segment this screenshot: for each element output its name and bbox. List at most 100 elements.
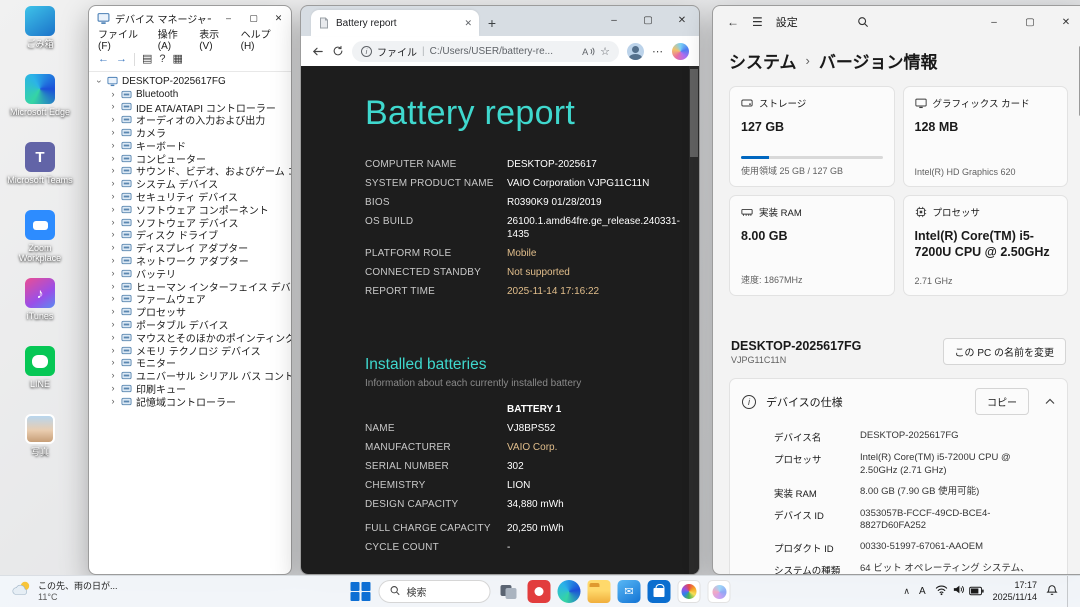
clock[interactable]: 17:17 2025/11/14 — [993, 580, 1037, 603]
edge-taskbar-icon[interactable] — [557, 580, 581, 603]
microsoft-store-icon[interactable] — [647, 580, 671, 603]
tab-battery-report[interactable]: Battery report ✕ — [311, 10, 479, 36]
photo-file-icon — [25, 414, 55, 444]
help-icon[interactable]: ? — [159, 54, 165, 65]
expander-icon[interactable]: › — [109, 128, 117, 137]
expander-icon[interactable]: › — [109, 281, 117, 291]
expander-icon[interactable]: › — [109, 358, 117, 367]
network-volume-battery-group[interactable] — [935, 583, 984, 601]
storage-icon — [741, 97, 753, 109]
task-view-icon[interactable] — [498, 580, 521, 603]
read-aloud-icon[interactable]: A — [582, 46, 595, 57]
expander-icon[interactable]: › — [109, 217, 117, 227]
device-spec-header[interactable]: i デバイスの仕様 コピー — [730, 379, 1067, 424]
browser-menu-icon[interactable]: ⋯ — [652, 45, 664, 58]
expander-icon[interactable]: › — [109, 268, 117, 278]
desktop-icon-edge[interactable]: Microsoft Edge — [6, 74, 74, 137]
expander-icon[interactable]: › — [109, 320, 117, 329]
tree-item[interactable]: › ネットワーク アダプター — [89, 254, 291, 269]
expander-icon[interactable]: › — [109, 230, 117, 239]
close-button[interactable]: ✕ — [1048, 6, 1080, 38]
tree-item[interactable]: › 記憶域コントローラー — [89, 395, 291, 409]
forward-icon[interactable]: → — [116, 54, 127, 65]
scan-devices-icon[interactable]: ▦ — [173, 54, 183, 65]
notification-bell-icon[interactable] — [1046, 583, 1058, 601]
show-desktop-button[interactable] — [1067, 576, 1072, 607]
expander-icon[interactable]: › — [109, 166, 117, 175]
breadcrumb-system[interactable]: システム — [729, 48, 797, 73]
expander-icon[interactable]: › — [109, 345, 117, 355]
chevron-up-icon[interactable] — [1045, 398, 1055, 405]
copilot-taskbar-icon[interactable] — [707, 580, 731, 603]
desktop-icon-teams[interactable]: Microsoft Teams — [6, 142, 74, 205]
maximize-button[interactable]: ▢ — [1012, 6, 1048, 38]
expander-icon[interactable]: › — [109, 140, 117, 150]
device-spec-body: デバイス名 DESKTOP-2025617FG プロセッサ Intel(R) C… — [730, 424, 1067, 574]
desktop-icon-line[interactable]: LINE — [6, 346, 74, 409]
expander-icon[interactable]: › — [109, 243, 117, 252]
back-icon[interactable]: ← — [727, 16, 739, 28]
expander-icon[interactable]: › — [109, 204, 117, 214]
expander-icon[interactable]: › — [109, 179, 117, 188]
hamburger-menu-icon[interactable]: ☰ — [752, 16, 763, 28]
search-icon[interactable] — [857, 16, 869, 28]
refresh-icon[interactable] — [332, 45, 344, 57]
expander-icon[interactable]: › — [109, 294, 117, 303]
ime-mode-indicator[interactable]: A — [919, 586, 926, 597]
expander-icon[interactable]: › — [109, 153, 117, 163]
file-explorer-icon[interactable] — [587, 580, 611, 603]
expander-icon[interactable]: › — [109, 371, 117, 380]
back-icon[interactable]: ← — [98, 54, 109, 65]
tree-root-computer[interactable]: › DESKTOP-2025617FG — [89, 75, 291, 88]
close-button[interactable]: ✕ — [665, 6, 699, 34]
tray-overflow-chevron-icon[interactable]: ∧ — [903, 586, 910, 597]
tree-item[interactable]: › ユニバーサル シリアル バス コントローラー — [89, 369, 292, 384]
expander-icon[interactable]: › — [109, 307, 117, 316]
expander-icon[interactable]: › — [109, 89, 117, 99]
scrollbar-thumb[interactable] — [690, 69, 698, 157]
spec-row: システムの種類 64 ビット オペレーティング システム、x64 ベース プ — [774, 563, 1055, 574]
report-row-label: CYCLE COUNT — [365, 541, 439, 553]
tab-strip: Battery report ✕ + – ▢ ✕ — [301, 6, 699, 36]
tree-item[interactable]: › ファームウェア — [89, 293, 291, 307]
expander-icon[interactable]: › — [109, 396, 117, 406]
tree-item[interactable]: › オーディオの入力および出力 — [89, 113, 291, 128]
tab-close-icon[interactable]: ✕ — [464, 18, 472, 29]
red-app-icon[interactable] — [527, 580, 551, 603]
copy-button[interactable]: コピー — [975, 388, 1029, 415]
copilot-icon[interactable] — [672, 42, 689, 60]
tree-item[interactable]: › カメラ — [89, 126, 291, 141]
spec-label: デバイス名 — [774, 433, 822, 444]
new-tab-button[interactable]: + — [479, 10, 505, 36]
start-button[interactable] — [350, 581, 372, 603]
tree-item[interactable]: › メモリ テクノロジ デバイス — [89, 344, 291, 358]
favorite-star-icon[interactable]: ☆ — [600, 45, 610, 58]
maximize-button[interactable]: ▢ — [631, 6, 665, 34]
report-row: COMPUTER NAME DESKTOP-2025617 — [365, 159, 665, 172]
expander-icon[interactable]: › — [109, 102, 117, 111]
desktop-icon-photo[interactable]: 写真 — [6, 414, 74, 477]
expander-icon[interactable]: › — [109, 256, 117, 265]
rename-pc-button[interactable]: この PC の名前を変更 — [942, 338, 1066, 365]
mail-icon[interactable] — [617, 580, 641, 603]
profile-avatar[interactable] — [627, 42, 644, 60]
minimize-button[interactable]: – — [976, 6, 1012, 38]
expander-icon[interactable]: › — [109, 384, 117, 393]
back-icon[interactable] — [311, 45, 324, 58]
weather-widget[interactable]: この先、雨の日が... 11°C — [0, 576, 130, 607]
console-document-icon[interactable]: ▤ — [142, 54, 152, 65]
address-bar[interactable]: i ファイル | C:/Users/USER/battery-re... A ☆ — [352, 40, 619, 62]
page-scrollbar[interactable] — [689, 66, 699, 574]
desktop-icon-zoom[interactable]: Zoom Workplace — [6, 210, 74, 273]
desktop-icon-itunes[interactable]: iTunes — [6, 278, 74, 341]
page-info-icon[interactable]: i — [361, 45, 372, 57]
minimize-button[interactable]: – — [597, 6, 631, 34]
expander-icon[interactable]: › — [109, 332, 117, 342]
expander-icon[interactable]: › — [109, 115, 117, 124]
expander-icon[interactable]: › — [109, 192, 117, 201]
tree-item-label: Bluetooth — [136, 88, 179, 100]
expander-icon[interactable]: › — [95, 77, 105, 85]
desktop-icon-recycle-bin[interactable]: ごみ箱 — [6, 6, 74, 69]
photos-icon[interactable] — [677, 580, 701, 603]
taskbar-search[interactable]: 検索 — [378, 580, 491, 603]
